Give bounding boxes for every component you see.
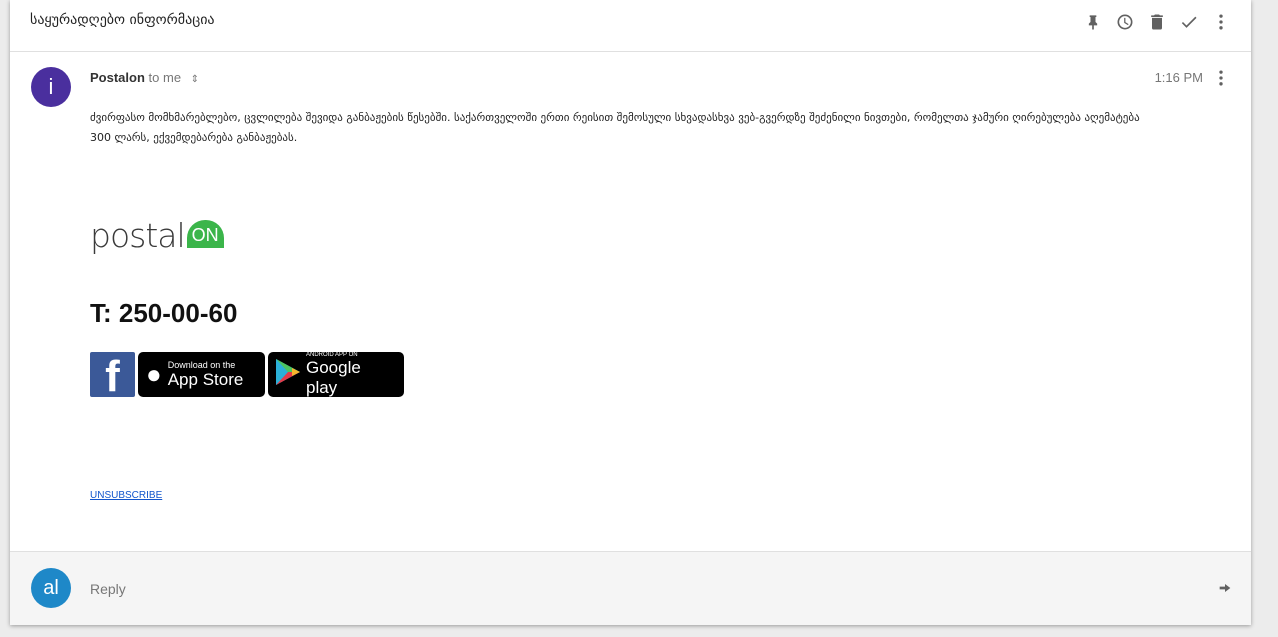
more-icon[interactable] (1209, 10, 1233, 34)
reply-bar: al Reply (10, 551, 1251, 625)
phone-number: T: 250-00-60 (90, 298, 238, 328)
postalon-logo: postal ON (90, 219, 224, 252)
play-icon (276, 359, 300, 390)
sender-avatar: i (31, 67, 71, 107)
app-badges: f ● Download on the App Store ANDROID APP… (90, 352, 404, 399)
app-store-link[interactable]: ● Download on the App Store (138, 352, 265, 397)
recipient: to me (148, 70, 182, 85)
email-subject: საყურადღებო ინფორმაცია (30, 12, 215, 28)
sender-line: Postalon to me ⇕ (90, 70, 199, 85)
message-body: ძვირფასო მომხმარებლებო, ცვლილება შევიდა … (90, 111, 1140, 144)
toolbar (1081, 10, 1233, 34)
email-header: საყურადღებო ინფორმაცია (10, 0, 1251, 52)
reply-input[interactable]: Reply (90, 581, 126, 597)
google-play-link[interactable]: ANDROID APP ON Google play (268, 352, 404, 397)
trash-icon[interactable] (1145, 10, 1169, 34)
snooze-icon[interactable] (1113, 10, 1137, 34)
done-icon[interactable] (1177, 10, 1201, 34)
forward-icon[interactable] (1213, 576, 1237, 600)
user-avatar: al (31, 568, 71, 608)
expand-details-icon[interactable]: ⇕ (191, 74, 199, 85)
unsubscribe-link[interactable]: UNSUBSCRIBE (90, 490, 162, 501)
message-time: 1:16 PM (1154, 70, 1203, 85)
apple-icon: ● (146, 359, 162, 389)
sender-name[interactable]: Postalon (90, 70, 145, 85)
pin-icon[interactable] (1081, 10, 1105, 34)
message-more-icon[interactable] (1209, 66, 1233, 90)
facebook-link[interactable]: f (90, 352, 135, 399)
email-card: საყურადღებო ინფორმაცია i Postalon to me … (10, 0, 1251, 625)
